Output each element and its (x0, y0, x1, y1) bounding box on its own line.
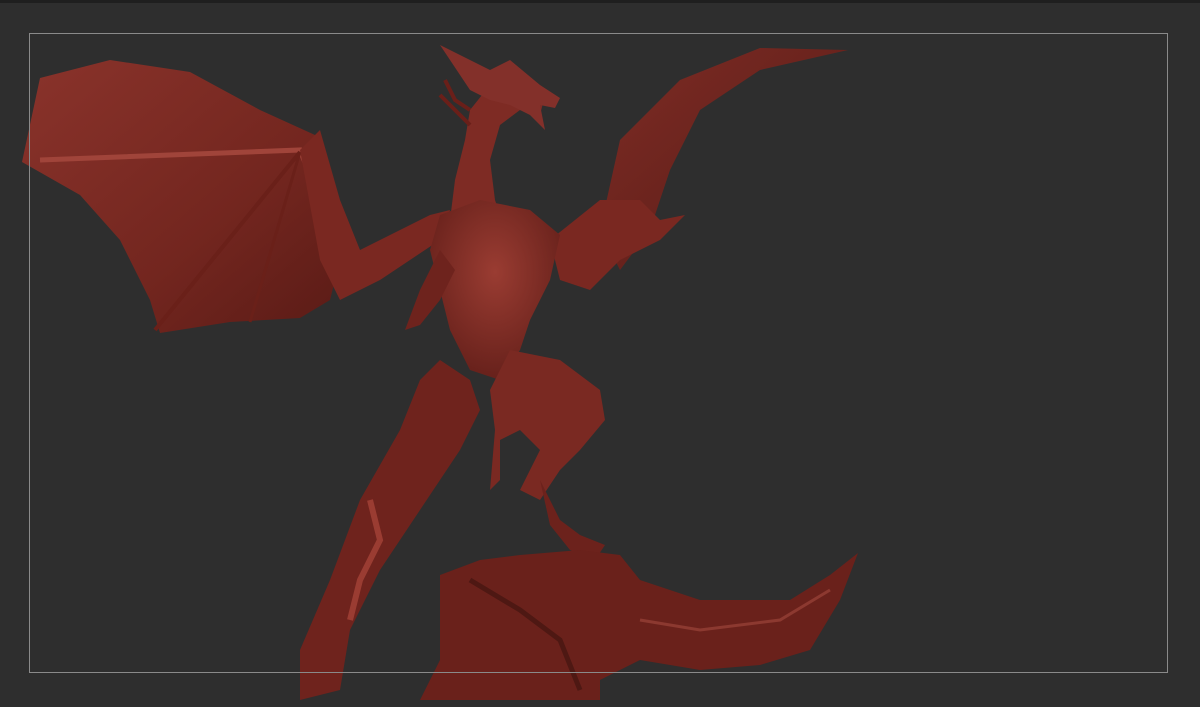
dragon-hind-leg (490, 350, 605, 500)
dragon-sculpt-model[interactable] (0, 0, 1200, 707)
right-wing-arm (550, 200, 685, 290)
left-wing (22, 60, 340, 333)
dragon-foot (540, 480, 605, 560)
dragon-torso (430, 200, 560, 380)
canvas-viewport[interactable] (0, 0, 1200, 707)
rock-base (420, 550, 858, 700)
dragon-horns (438, 79, 472, 127)
